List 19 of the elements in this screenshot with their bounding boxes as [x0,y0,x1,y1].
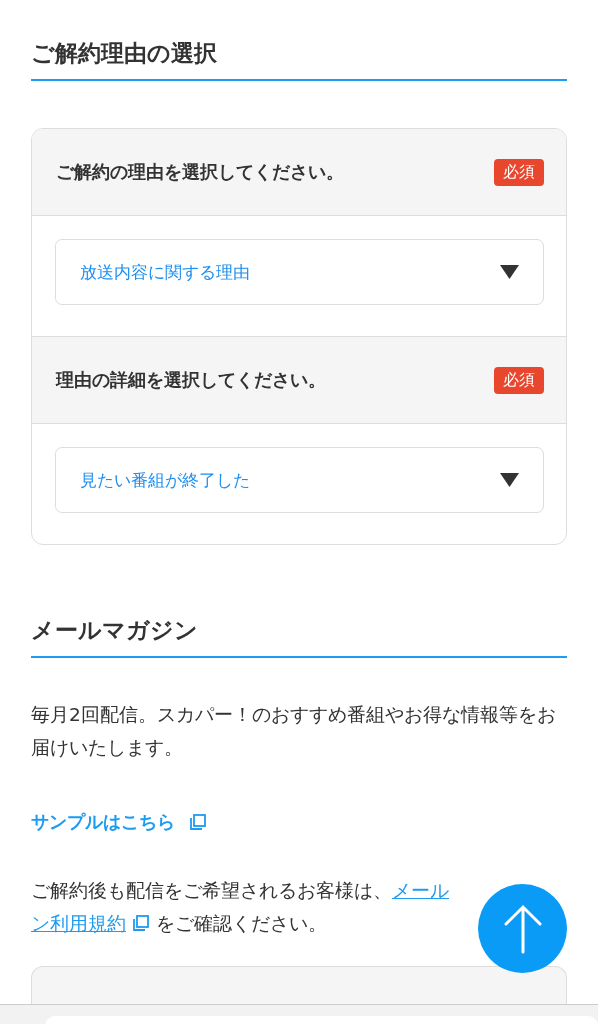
required-badge: 必須 [494,158,544,186]
terms-link[interactable]: ン利用規約 [31,913,126,934]
up-arrow-icon [502,903,543,954]
sample-link[interactable]: サンプルはこちら [31,810,213,834]
section-title: ご解約理由の選択 [31,39,218,68]
required-badge: 必須 [494,366,544,394]
note-text: ご解約後も配信をご希望されるお客様は、 [31,880,392,901]
dropdown-triangle-icon [500,265,519,279]
terms-link[interactable]: メール [392,880,449,901]
external-link-icon [132,914,150,932]
question-label: 理由の詳細を選択してください。 [56,368,326,392]
external-link-icon [189,813,207,831]
dropdown-triangle-icon [500,473,519,487]
select-field[interactable]: 放送内容に関する理由 [55,239,544,305]
question-label: ご解約の理由を選択してください。 [56,160,344,184]
section-title: メールマガジン [31,616,199,645]
newsletter-description: 毎月2回配信。スカパー！のおすすめ番組やお得な情報等をお届けいたします。 [31,703,557,760]
note-text: をご確認ください。 [156,913,327,934]
select-field[interactable]: 見たい番組が終了した [55,447,544,513]
